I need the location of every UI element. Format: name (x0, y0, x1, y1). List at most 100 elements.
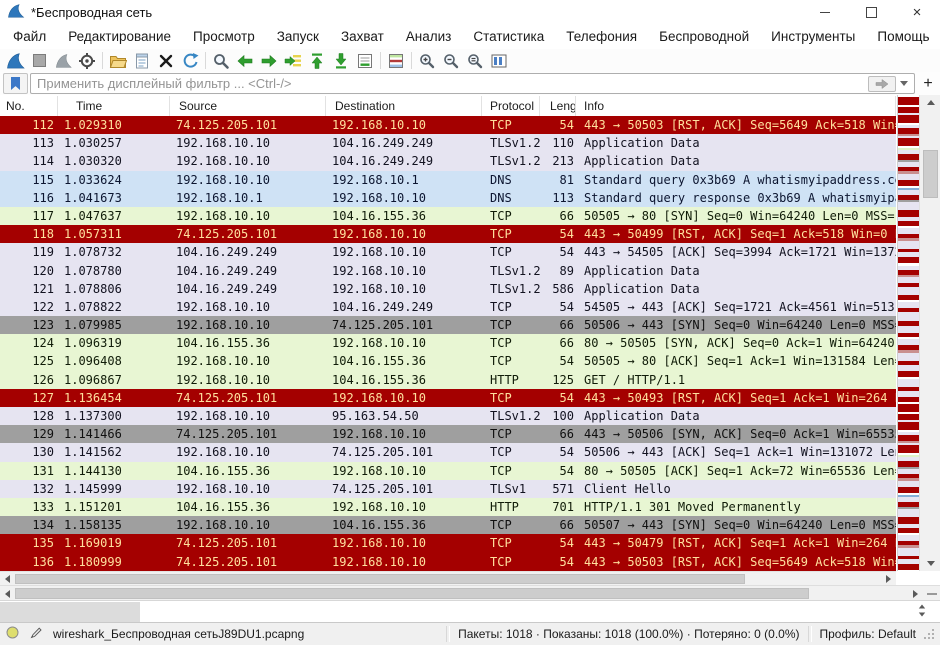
colorize-packets-icon[interactable] (384, 50, 408, 71)
cell-destination: 192.168.10.10 (326, 498, 482, 516)
resize-columns-icon[interactable] (487, 50, 511, 71)
hscrollbar-thumb[interactable] (15, 588, 809, 599)
go-to-first-icon[interactable] (305, 50, 329, 71)
start-capture-icon[interactable] (3, 50, 27, 71)
hscroll-right-icon[interactable] (881, 572, 896, 586)
save-file-icon[interactable] (130, 50, 154, 71)
packet-row[interactable]: 1231.079985192.168.10.1074.125.205.101TC… (0, 316, 896, 334)
packet-row[interactable]: 1121.02931074.125.205.101192.168.10.10TC… (0, 116, 896, 134)
pane-spinner-icons[interactable] (918, 604, 926, 617)
cell-no: 115 (0, 171, 58, 189)
restart-capture-icon[interactable] (51, 50, 75, 71)
zoom-original-icon[interactable] (463, 50, 487, 71)
auto-scroll-icon[interactable] (353, 50, 377, 71)
zoom-out-icon[interactable] (439, 50, 463, 71)
packet-row[interactable]: 1301.141562192.168.10.1074.125.205.101TC… (0, 443, 896, 461)
cell-protocol: TCP (482, 352, 540, 370)
packet-row[interactable]: 1281.137300192.168.10.1095.163.54.50TLSv… (0, 407, 896, 425)
scroll-down-icon[interactable] (920, 556, 940, 571)
packet-row[interactable]: 1261.096867192.168.10.10104.16.155.36HTT… (0, 371, 896, 389)
close-file-icon[interactable] (154, 50, 178, 71)
zoom-in-icon[interactable] (415, 50, 439, 71)
packet-row[interactable]: 1331.151201104.16.155.36192.168.10.10HTT… (0, 498, 896, 516)
packet-row[interactable]: 1191.078732104.16.249.249192.168.10.10TC… (0, 243, 896, 261)
column-header-info[interactable]: Info (576, 96, 896, 116)
capture-options-gear-icon[interactable] (75, 50, 99, 71)
menu-file[interactable]: Файл (2, 26, 57, 47)
profile-label[interactable]: Профиль: Default (820, 627, 917, 641)
column-header-protocol[interactable]: Protocol (482, 96, 540, 116)
column-header-destination[interactable]: Destination (326, 96, 482, 116)
splitter-grip[interactable] (923, 586, 940, 601)
resize-grip[interactable] (924, 629, 934, 639)
packet-row[interactable]: 1141.030320192.168.10.10104.16.249.249TL… (0, 152, 896, 170)
packet-row[interactable]: 1341.158135192.168.10.10104.16.155.36TCP… (0, 516, 896, 534)
open-file-icon[interactable] (106, 50, 130, 71)
intelligent-scrollbar-minimap[interactable] (897, 95, 919, 571)
column-header-time[interactable]: Time (58, 96, 170, 116)
cell-time: 1.041673 (58, 189, 170, 207)
menu-capture[interactable]: Захват (330, 26, 395, 47)
packet-row[interactable]: 1361.18099974.125.205.101192.168.10.10TC… (0, 553, 896, 571)
menu-tools[interactable]: Инструменты (760, 26, 866, 47)
vertical-scrollbar[interactable] (919, 95, 940, 571)
filter-bookmark-icon[interactable] (3, 73, 28, 94)
cell-no: 118 (0, 225, 58, 243)
maximize-button[interactable] (848, 0, 894, 24)
reload-file-icon[interactable] (178, 50, 202, 71)
menu-telephony[interactable]: Телефония (555, 26, 648, 47)
add-filter-button[interactable]: + (919, 74, 937, 93)
close-button[interactable]: × (894, 0, 940, 24)
packet-row[interactable]: 1181.05731174.125.205.101192.168.10.10TC… (0, 225, 896, 243)
packet-row[interactable]: 1241.096319104.16.155.36192.168.10.10TCP… (0, 334, 896, 352)
minimize-button[interactable] (802, 0, 848, 24)
menu-analyze[interactable]: Анализ (395, 26, 463, 47)
display-filter-input[interactable] (35, 75, 868, 92)
find-packet-icon[interactable] (209, 50, 233, 71)
menu-view[interactable]: Просмотр (182, 26, 266, 47)
hscroll-right-icon[interactable] (908, 586, 923, 601)
menu-go[interactable]: Запуск (266, 26, 330, 47)
hscroll-left-icon[interactable] (0, 586, 15, 601)
packet-row[interactable]: 1211.078806104.16.249.249192.168.10.10TL… (0, 280, 896, 298)
go-to-last-icon[interactable] (329, 50, 353, 71)
filter-dropdown-icon[interactable] (900, 81, 908, 86)
packet-row[interactable]: 1271.13645474.125.205.101192.168.10.10TC… (0, 389, 896, 407)
pane-hscrollbar[interactable] (0, 585, 940, 601)
cell-destination: 192.168.10.10 (326, 534, 482, 552)
go-to-packet-icon[interactable] (281, 50, 305, 71)
menu-help[interactable]: Помощь (866, 26, 940, 47)
cell-protocol: TCP (482, 516, 540, 534)
hscroll-left-icon[interactable] (0, 572, 15, 586)
cell-info: 443 → 50503 [RST, ACK] Seq=5649 Ack=518 … (576, 116, 896, 134)
go-forward-icon[interactable] (257, 50, 281, 71)
expert-info-icon[interactable] (6, 626, 19, 642)
cell-no: 117 (0, 207, 58, 225)
packet-row[interactable]: 1221.078822192.168.10.10104.16.249.249TC… (0, 298, 896, 316)
packet-list-hscrollbar[interactable] (0, 571, 896, 586)
packet-row[interactable]: 1201.078780104.16.249.249192.168.10.10TL… (0, 262, 896, 280)
packet-row[interactable]: 1151.033624192.168.10.10192.168.10.1DNS8… (0, 171, 896, 189)
apply-filter-arrow-icon[interactable] (868, 76, 896, 92)
scroll-up-icon[interactable] (920, 95, 940, 110)
stop-capture-icon[interactable] (27, 50, 51, 71)
cell-info: 443 → 50503 [RST, ACK] Seq=5649 Ack=518 … (576, 553, 896, 571)
column-header-length[interactable]: Length (540, 96, 576, 116)
menu-wireless[interactable]: Беспроводной (648, 26, 760, 47)
packet-row[interactable]: 1291.14146674.125.205.101192.168.10.10TC… (0, 425, 896, 443)
packet-row[interactable]: 1251.096408192.168.10.10104.16.155.36TCP… (0, 352, 896, 370)
packet-row[interactable]: 1351.16901974.125.205.101192.168.10.10TC… (0, 534, 896, 552)
hscrollbar-thumb[interactable] (15, 574, 745, 584)
vertical-scrollbar-thumb[interactable] (923, 150, 938, 198)
menu-edit[interactable]: Редактирование (57, 26, 182, 47)
column-header-source[interactable]: Source (170, 96, 326, 116)
packet-row[interactable]: 1171.047637192.168.10.10104.16.155.36TCP… (0, 207, 896, 225)
packet-row[interactable]: 1311.144130104.16.155.36192.168.10.10TCP… (0, 462, 896, 480)
packet-row[interactable]: 1131.030257192.168.10.10104.16.249.249TL… (0, 134, 896, 152)
menu-statistics[interactable]: Статистика (462, 26, 555, 47)
packet-row[interactable]: 1321.145999192.168.10.1074.125.205.101TL… (0, 480, 896, 498)
column-header-no[interactable]: No. (0, 96, 58, 116)
capture-comment-pen-icon[interactable] (29, 626, 43, 643)
packet-row[interactable]: 1161.041673192.168.10.1192.168.10.10DNS1… (0, 189, 896, 207)
go-back-icon[interactable] (233, 50, 257, 71)
